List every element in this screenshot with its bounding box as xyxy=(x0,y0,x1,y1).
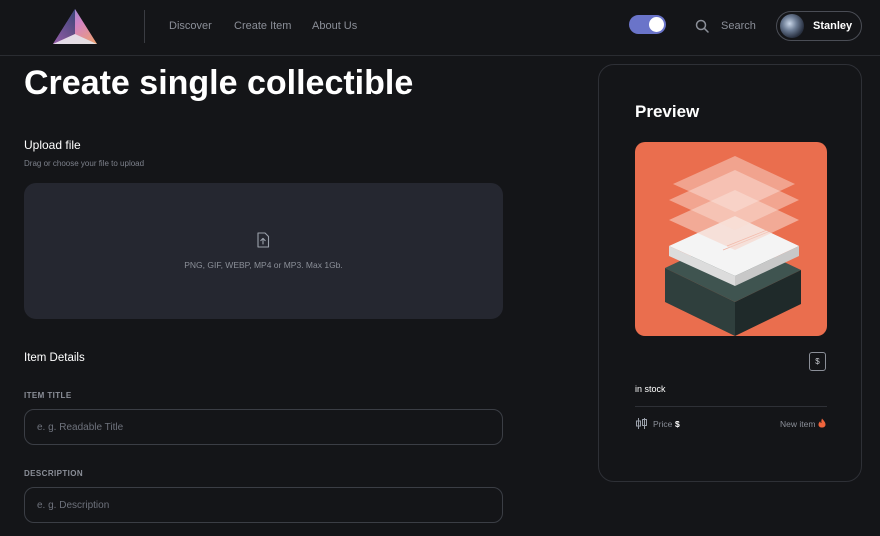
stock-status: in stock xyxy=(635,384,666,394)
search-icon[interactable] xyxy=(695,19,709,33)
price-label: Price xyxy=(653,419,673,429)
card-divider xyxy=(635,406,827,407)
bid-icon xyxy=(636,418,647,429)
nav-discover[interactable]: Discover xyxy=(169,20,212,32)
item-details-heading: Item Details xyxy=(24,352,85,364)
new-item-label: New item xyxy=(780,419,816,429)
upload-formats: PNG, GIF, WEBP, MP4 or MP3. Max 1Gb. xyxy=(184,260,343,270)
nav-create-item[interactable]: Create Item xyxy=(234,20,291,32)
upload-dropzone[interactable]: PNG, GIF, WEBP, MP4 or MP3. Max 1Gb. xyxy=(24,183,503,319)
preview-image xyxy=(635,142,827,336)
price-value: $ xyxy=(675,419,680,429)
toggle-knob xyxy=(649,17,664,32)
item-title-input[interactable] xyxy=(24,409,503,445)
avatar xyxy=(780,14,804,38)
dollar-badge-icon: $ xyxy=(809,352,826,371)
page-title: Create single collectible xyxy=(24,64,414,102)
header-divider xyxy=(144,10,145,43)
upload-title: Upload file xyxy=(24,138,81,152)
preview-card: Preview $ in stock Price $ New item xyxy=(598,64,862,482)
user-profile-button[interactable]: Stanley xyxy=(776,11,862,41)
theme-toggle[interactable] xyxy=(629,15,666,34)
search-label[interactable]: Search xyxy=(721,20,756,32)
preview-title: Preview xyxy=(635,102,700,121)
item-title-label: ITEM TITLE xyxy=(24,391,72,400)
upload-file-icon xyxy=(257,232,270,248)
description-input[interactable] xyxy=(24,487,503,523)
isometric-layers-illustration xyxy=(665,156,801,336)
fire-icon xyxy=(818,418,826,428)
top-header: Discover Create Item About Us Search Sta… xyxy=(0,0,880,56)
logo-icon[interactable] xyxy=(50,7,100,47)
description-label: DESCRIPTION xyxy=(24,469,84,478)
upload-subtitle: Drag or choose your file to upload xyxy=(24,159,145,168)
nav-about-us[interactable]: About Us xyxy=(312,20,357,32)
user-name: Stanley xyxy=(813,20,853,32)
